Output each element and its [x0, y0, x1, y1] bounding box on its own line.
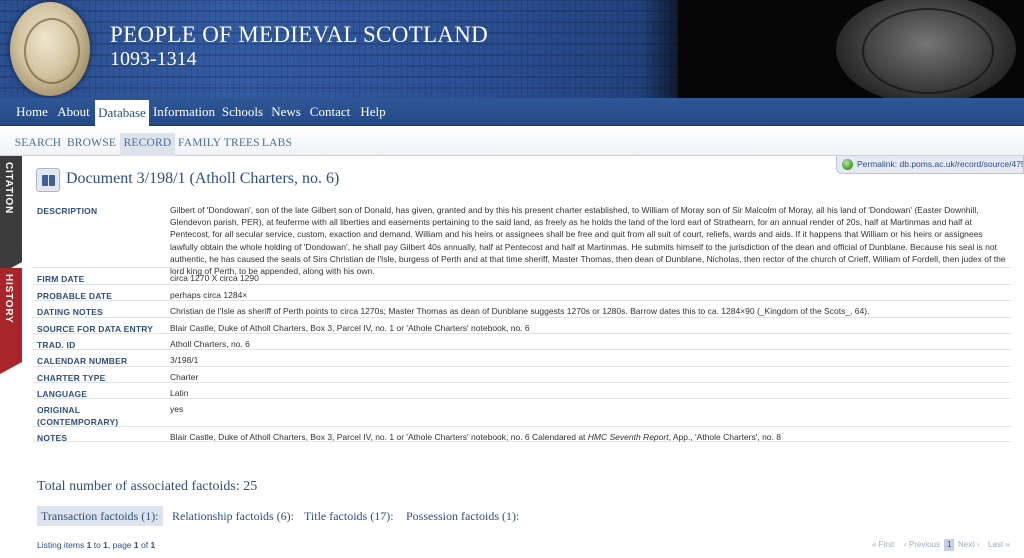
nav-contact[interactable]: Contact: [307, 98, 353, 126]
record-row-charter-type: CHARTER TYPE Charter: [33, 367, 1011, 383]
language-value: Latin: [170, 388, 189, 398]
calendar-number-value: 3/198/1: [170, 355, 199, 365]
citation-tab-label: CITATION: [3, 162, 14, 215]
notes-label: NOTES: [37, 433, 68, 443]
factoid-tab-relationship[interactable]: Relationship factoids (6):: [168, 506, 298, 526]
subnav-search[interactable]: SEARCH: [13, 133, 63, 153]
listing-prefix: Listing items: [37, 540, 87, 550]
record-row-trad-id: TRAD. ID Atholl Charters, no. 6: [33, 334, 1011, 350]
notes-text: Blair Castle, Duke of Atholl Charters, B…: [170, 432, 588, 442]
factoid-tab-title[interactable]: Title factoids (17):: [300, 506, 398, 526]
notes-text-end: , App., 'Athole Charters', no. 8: [668, 432, 781, 442]
citation-tab[interactable]: CITATION: [0, 156, 22, 274]
factoid-tab-transaction[interactable]: Transaction factoids (1):: [37, 506, 163, 526]
description-label: DESCRIPTION: [37, 206, 98, 216]
record-row-source: SOURCE FOR DATA ENTRY Blair Castle, Duke…: [33, 318, 1011, 334]
pager-first[interactable]: « First: [872, 540, 894, 549]
seal-logo[interactable]: [10, 2, 90, 96]
main-navigation: Home About Database Information Schools …: [0, 98, 1024, 126]
subnav-labs[interactable]: LABS: [261, 133, 293, 153]
permalink-text[interactable]: Permalink: db.poms.ac.uk/record/source/4…: [857, 159, 1023, 169]
globe-icon: [842, 159, 853, 170]
dating-notes-label: DATING NOTES: [37, 307, 103, 317]
record-row-language: LANGUAGE Latin: [33, 383, 1011, 399]
permalink[interactable]: Permalink: db.poms.ac.uk/record/source/4…: [836, 156, 1024, 174]
listing-of-word: of: [138, 540, 151, 550]
record-row-probable-date: PROBABLE DATE perhaps circa 1284×: [33, 285, 1011, 301]
document-title: Document 3/198/1 (Atholl Charters, no. 6…: [66, 170, 340, 187]
nav-database[interactable]: Database: [95, 100, 149, 126]
original-label: ORIGINAL (CONTEMPORARY): [37, 405, 119, 427]
record-row-notes: NOTES Blair Castle, Duke of Atholl Chart…: [33, 427, 1011, 443]
site-banner: PEOPLE OF MEDIEVAL SCOTLAND 1093-1314: [0, 0, 1024, 98]
probable-date-value: perhaps circa 1284×: [170, 290, 248, 300]
site-years: 1093-1314: [110, 48, 197, 70]
description-value: Gilbert of 'Dondowan', son of the late G…: [170, 205, 1006, 277]
listing-page-word: , page: [107, 540, 134, 550]
pager-current-page[interactable]: 1: [944, 539, 955, 551]
charter-type-value: Charter: [170, 372, 199, 382]
firm-date-label: FIRM DATE: [37, 274, 85, 284]
nav-schools[interactable]: Schools: [220, 98, 265, 126]
nav-news[interactable]: News: [269, 98, 303, 126]
history-tab-label: HISTORY: [3, 274, 14, 324]
subnav-browse[interactable]: BROWSE: [66, 133, 117, 153]
seal-image-right: [836, 0, 1016, 98]
firm-date-value: circa 1270 X circa 1290: [170, 273, 259, 283]
sub-navigation: SEARCH BROWSE RECORD FAMILY TREES LABS: [0, 126, 1024, 156]
factoid-total: Total number of associated factoids: 25: [37, 479, 258, 494]
trad-id-value: Atholl Charters, no. 6: [170, 339, 250, 349]
listing-to-word: to: [91, 540, 104, 550]
book-icon: [36, 168, 60, 192]
subnav-family-trees[interactable]: FAMILY TREES: [178, 133, 260, 153]
notes-citation-title: HMC Seventh Report: [587, 432, 669, 442]
pager-last[interactable]: Last »: [988, 540, 1010, 549]
listing-pages: 1: [150, 540, 156, 550]
nav-home[interactable]: Home: [12, 98, 52, 126]
record-row-dating-notes: DATING NOTES Christian de l'Isle as sher…: [33, 301, 1011, 318]
factoid-tab-possession[interactable]: Possession factoids (1):: [402, 506, 523, 526]
site-title[interactable]: PEOPLE OF MEDIEVAL SCOTLAND: [110, 22, 488, 48]
pager-previous[interactable]: ‹ Previous: [904, 540, 940, 549]
source-value: Blair Castle, Duke of Atholl Charters, B…: [170, 323, 530, 333]
listing-summary: Listing items 1 to 1, page 1 of 1: [37, 540, 155, 550]
banner-manuscript-texture: [0, 0, 678, 98]
nav-help[interactable]: Help: [357, 98, 389, 126]
dating-notes-value: Christian de l'Isle as sheriff of Perth …: [170, 306, 870, 316]
nav-information[interactable]: Information: [152, 98, 216, 126]
calendar-number-label: CALENDAR NUMBER: [37, 356, 128, 366]
history-tab[interactable]: HISTORY: [0, 268, 22, 374]
original-value: yes: [170, 404, 184, 414]
notes-value: Blair Castle, Duke of Atholl Charters, B…: [170, 431, 1006, 443]
pager-next[interactable]: Next ›: [958, 540, 979, 549]
record-row-original: ORIGINAL (CONTEMPORARY) yes: [33, 399, 1011, 427]
subnav-record[interactable]: RECORD: [120, 133, 175, 156]
record-row-description: DESCRIPTION Gilbert of 'Dondowan', son o…: [33, 200, 1011, 276]
record-row-calendar-number: CALENDAR NUMBER 3/198/1: [33, 350, 1011, 367]
record-row-firm-date: FIRM DATE circa 1270 X circa 1290: [33, 268, 1011, 285]
banner-fade: [640, 0, 700, 98]
nav-about[interactable]: About: [56, 98, 91, 126]
